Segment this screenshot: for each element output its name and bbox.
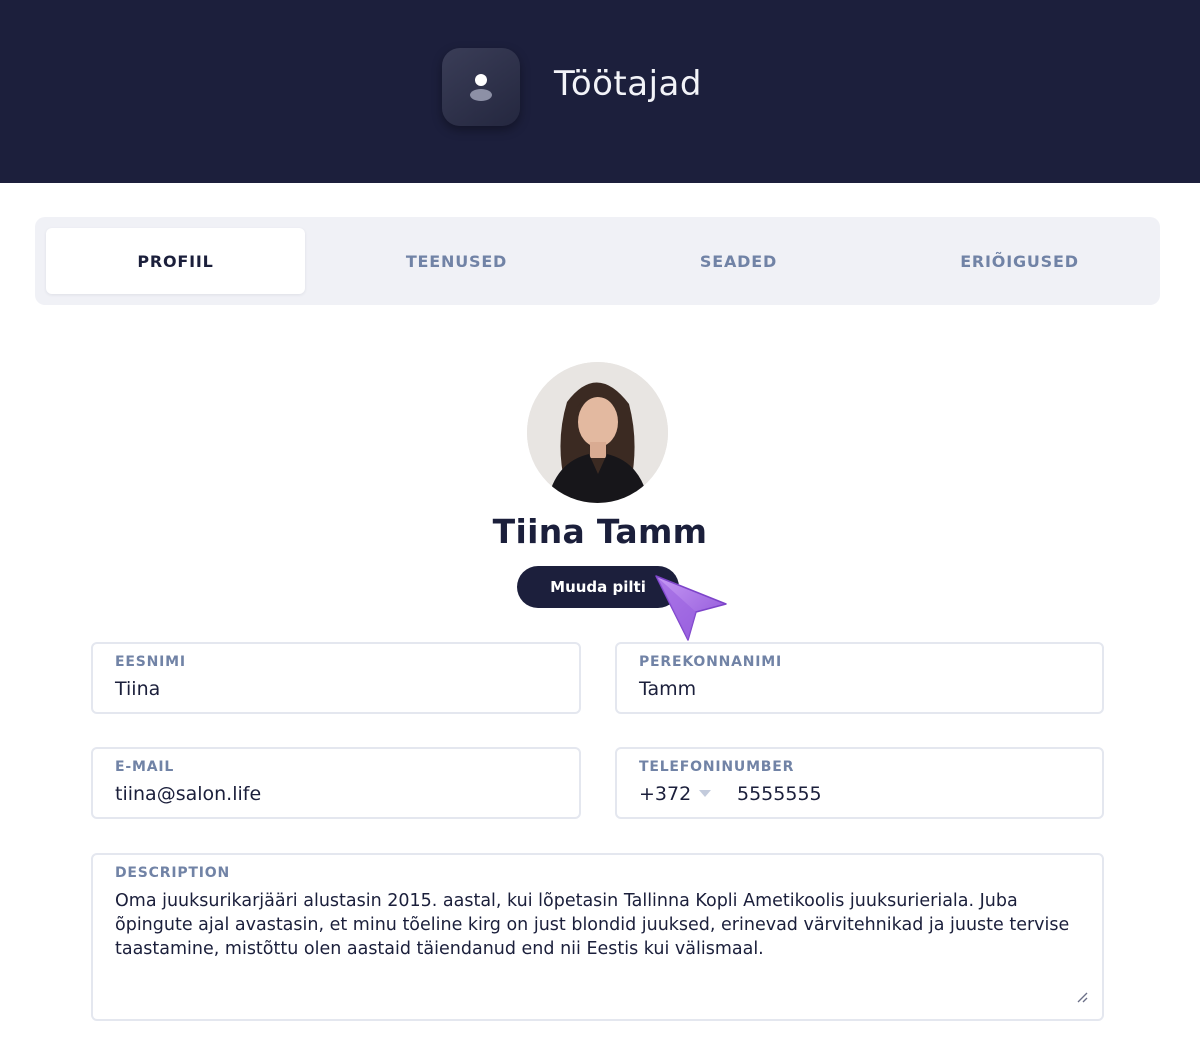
- profile-name: Tiina Tamm: [492, 512, 708, 551]
- resize-handle-icon[interactable]: [1076, 988, 1088, 1007]
- first-name-field[interactable]: EESNIMI Tiina: [91, 642, 581, 714]
- last-name-input[interactable]: Tamm: [639, 678, 1079, 700]
- tab-profiil[interactable]: PROFIIL: [46, 228, 305, 294]
- country-code-select[interactable]: +372: [639, 783, 691, 805]
- tab-seaded[interactable]: SEADED: [609, 228, 868, 294]
- email-input[interactable]: tiina@salon.life: [115, 783, 555, 805]
- tab-erioigused[interactable]: ERIÕIGUSED: [890, 228, 1149, 294]
- tab-teenused[interactable]: TEENUSED: [327, 228, 586, 294]
- description-textarea[interactable]: Oma juuksurikarjääri alustasin 2015. aas…: [115, 889, 1085, 961]
- tab-bar: PROFIIL TEENUSED SEADED ERIÕIGUSED: [35, 217, 1160, 305]
- cursor-pointer-icon: [648, 570, 730, 648]
- description-label: DESCRIPTION: [115, 865, 230, 881]
- avatar: [527, 362, 668, 503]
- phone-label: TELEFONINUMBER: [639, 759, 795, 775]
- first-name-label: EESNIMI: [115, 654, 186, 670]
- last-name-field[interactable]: PEREKONNANIMI Tamm: [615, 642, 1104, 714]
- email-label: E-MAIL: [115, 759, 175, 775]
- first-name-input[interactable]: Tiina: [115, 678, 555, 700]
- description-field[interactable]: DESCRIPTION Oma juuksurikarjääri alustas…: [91, 853, 1104, 1021]
- last-name-label: PEREKONNANIMI: [639, 654, 783, 670]
- app-header: Töötajad: [0, 0, 1200, 183]
- page-title: Töötajad: [554, 64, 702, 104]
- user-icon[interactable]: [442, 48, 520, 126]
- phone-field[interactable]: TELEFONINUMBER +372 5555555: [615, 747, 1104, 819]
- email-field[interactable]: E-MAIL tiina@salon.life: [91, 747, 581, 819]
- chevron-down-icon[interactable]: [699, 790, 711, 797]
- phone-input[interactable]: 5555555: [737, 783, 1037, 805]
